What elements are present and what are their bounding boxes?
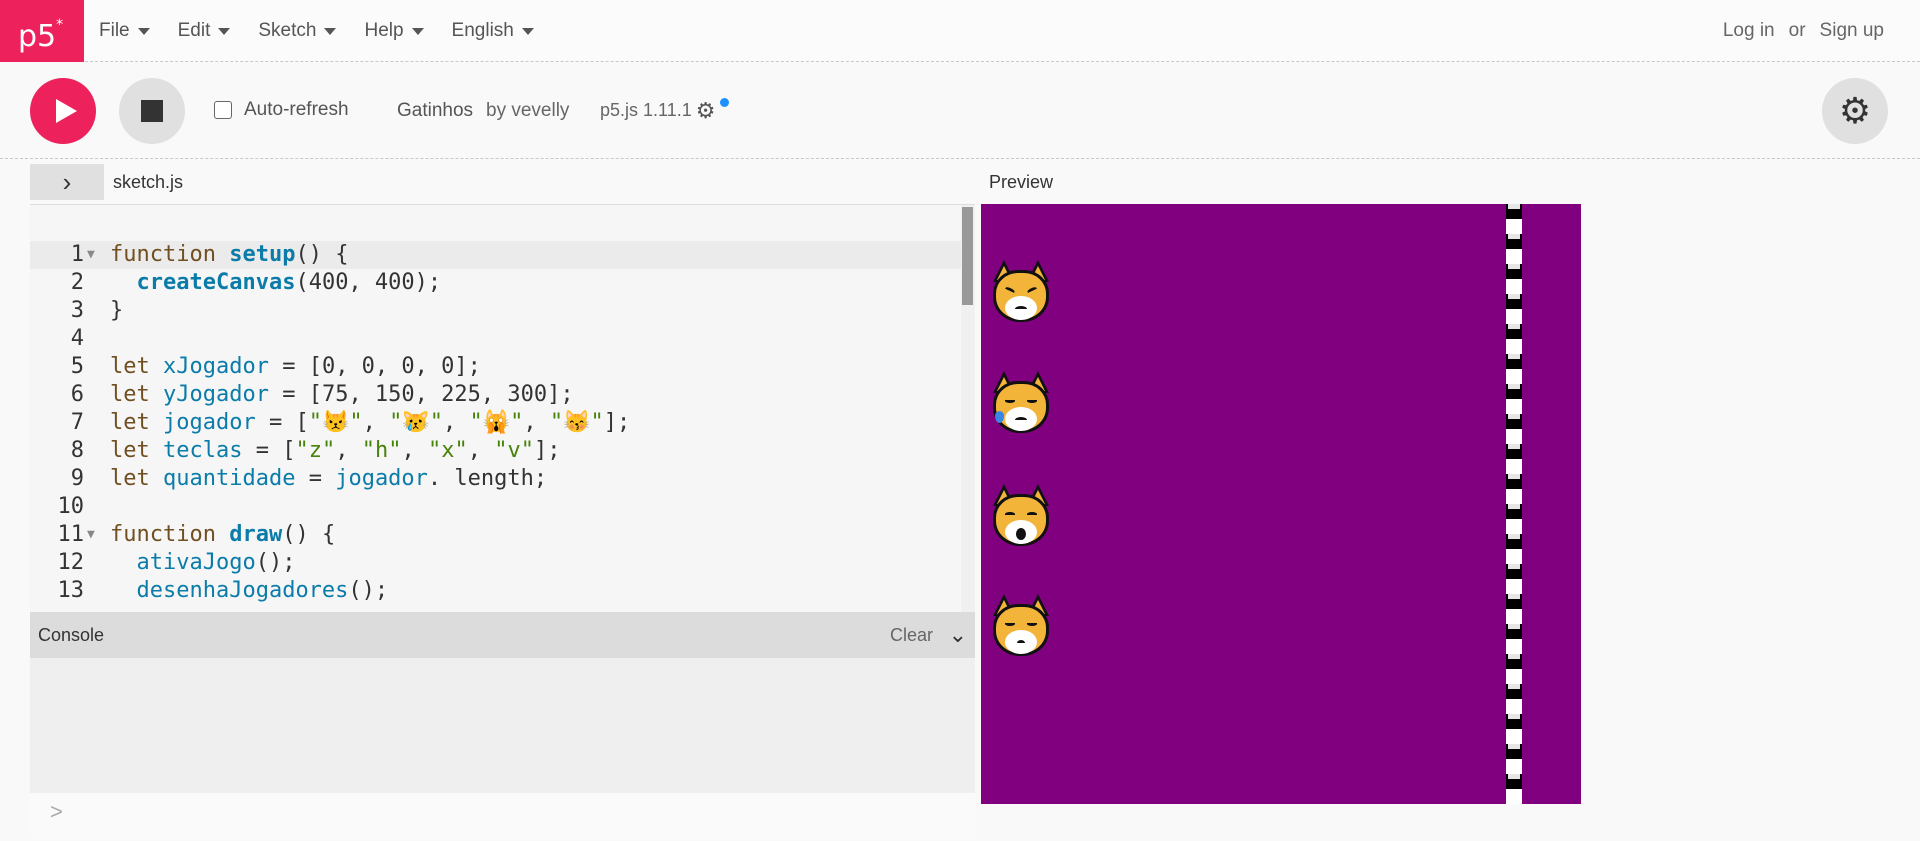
console-title: Console — [38, 625, 105, 645]
code-line[interactable]: 8 let teclas = ["z", "h", "x", "v"]; — [30, 437, 975, 465]
gear-icon: ⚙ — [695, 97, 716, 123]
auto-refresh-toggle[interactable]: Auto-refresh — [214, 99, 349, 121]
console-header: Console Clear ⌄ — [30, 612, 975, 658]
auto-refresh-label: Auto-refresh — [244, 99, 349, 120]
chevron-down-icon — [324, 27, 337, 35]
signup-link[interactable]: Sign up — [1820, 20, 1884, 42]
code-line[interactable]: 12 ativaJogo(); — [30, 549, 975, 577]
gear-icon: ⚙ — [1838, 90, 1872, 131]
editor-scrollbar[interactable] — [961, 205, 975, 612]
version-selector[interactable]: p5.js 1.11.1 ⚙ — [600, 97, 730, 123]
play-button[interactable] — [30, 78, 96, 144]
sketch-author[interactable]: by vevelly — [486, 100, 569, 122]
p5-logo[interactable]: p5* — [0, 0, 84, 62]
chevron-down-icon — [521, 27, 534, 35]
expand-sidebar-button[interactable]: › — [30, 164, 104, 200]
or-text: or — [1788, 20, 1806, 41]
file-name: sketch.js — [113, 172, 184, 192]
code-line[interactable]: 6 let yJogador = [75, 150, 225, 300]; — [30, 381, 975, 409]
menu-help[interactable]: Help — [364, 20, 424, 42]
preview-canvas[interactable] — [981, 204, 1581, 804]
finish-line — [1506, 204, 1522, 804]
code-line[interactable]: 7 let jogador = ["😾", "😿", "🙀", "😽"]; — [30, 409, 975, 437]
menu-language[interactable]: English — [452, 20, 534, 42]
console-output — [30, 658, 975, 793]
angry-cat-icon — [989, 260, 1053, 324]
main-menu: File Edit Sketch Help English — [99, 0, 562, 62]
chevron-down-icon[interactable]: ⌄ — [949, 622, 967, 648]
chevron-down-icon — [411, 27, 424, 35]
menu-file[interactable]: File — [99, 20, 150, 42]
code-line[interactable]: 5 let xJogador = [0, 0, 0, 0]; — [30, 353, 975, 381]
chevron-down-icon — [218, 27, 231, 35]
code-line[interactable]: 13 desenhaJogadores(); — [30, 577, 975, 605]
menu-sketch[interactable]: Sketch — [258, 20, 337, 42]
console-input[interactable]: > — [30, 793, 975, 838]
code-line[interactable]: 2 createCanvas(400, 400); — [30, 269, 975, 297]
code-line[interactable]: 3} — [30, 297, 975, 325]
file-header: › sketch.js — [30, 164, 975, 204]
sketch-name[interactable]: Gatinhos — [397, 100, 473, 122]
top-nav: p5* File Edit Sketch Help English Log in… — [0, 0, 1920, 62]
menu-edit[interactable]: Edit — [178, 20, 231, 42]
stop-button[interactable] — [119, 78, 185, 144]
code-line[interactable]: 11 ▼ function draw() { — [30, 521, 975, 549]
weary-cat-icon — [989, 484, 1053, 548]
preview-label: Preview — [989, 172, 1054, 192]
scroll-thumb[interactable] — [962, 207, 973, 305]
version-label: p5.js 1.11.1 — [600, 100, 692, 120]
login-link[interactable]: Log in — [1723, 20, 1775, 42]
update-dot — [720, 98, 730, 107]
console-clear-button[interactable]: Clear — [890, 625, 933, 646]
chevron-down-icon — [137, 27, 150, 35]
kissing-cat-icon — [989, 594, 1053, 658]
code-line[interactable]: 4 — [30, 325, 975, 353]
auth-links: Log in or Sign up — [1723, 0, 1884, 62]
settings-button[interactable]: ⚙ — [1822, 78, 1888, 144]
fold-icon[interactable]: ▼ — [87, 521, 95, 549]
chevron-right-icon: › — [62, 166, 72, 197]
code-editor[interactable]: 1 ▼ function setup() { 2 createCanvas(400,… — [30, 204, 975, 612]
code-line[interactable]: 1 ▼ function setup() { — [30, 241, 975, 269]
console-prompt: > — [50, 799, 63, 824]
code-line[interactable]: 9 let quantidade = jogador. length; — [30, 465, 975, 493]
code-line[interactable]: 10 — [30, 493, 975, 521]
code-lines: 1 ▼ function setup() { 2 createCanvas(400,… — [30, 241, 975, 605]
auto-refresh-checkbox[interactable] — [214, 101, 232, 119]
toolbar: Auto-refresh Gatinhos by vevelly p5.js 1… — [0, 62, 1920, 159]
crying-cat-icon — [989, 371, 1053, 435]
fold-icon[interactable]: ▼ — [87, 241, 95, 269]
